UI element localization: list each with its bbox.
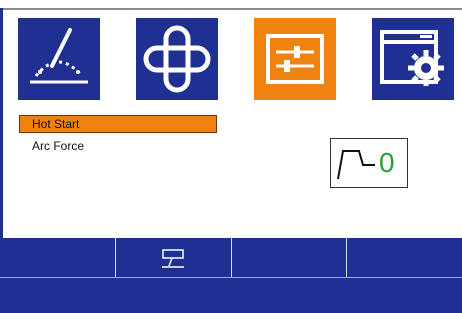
chain-link-icon	[143, 25, 211, 93]
weld-mode-tile[interactable]	[18, 18, 100, 100]
parameter-value: 0	[379, 147, 395, 178]
sliders-icon	[266, 34, 324, 84]
softkey-4[interactable]	[347, 238, 462, 277]
top-border	[0, 8, 462, 10]
parameter-menu: Hot Start Arc Force	[19, 115, 217, 160]
softkey-1[interactable]	[0, 238, 116, 277]
menu-item-hot-start[interactable]: Hot Start	[19, 115, 217, 133]
value-display: 0	[330, 138, 408, 188]
link-tile[interactable]	[136, 18, 218, 100]
hot-start-waveform-icon	[337, 150, 375, 180]
welder-screen: Hot Start Arc Force 0	[0, 0, 462, 313]
settings-tile[interactable]	[372, 18, 454, 100]
menu-item-label: Hot Start	[32, 117, 80, 131]
welding-arc-icon	[30, 28, 88, 84]
softkey-3[interactable]	[232, 238, 348, 277]
parameters-tile[interactable]	[254, 18, 336, 100]
menu-item-label: Arc Force	[32, 139, 85, 153]
softkey-2[interactable]	[116, 238, 232, 277]
screen-flag-icon	[162, 248, 185, 268]
bottom-divider	[0, 277, 462, 278]
softkey-row	[0, 238, 462, 277]
menu-item-arc-force[interactable]: Arc Force	[20, 138, 216, 154]
window-gear-icon	[380, 30, 444, 86]
